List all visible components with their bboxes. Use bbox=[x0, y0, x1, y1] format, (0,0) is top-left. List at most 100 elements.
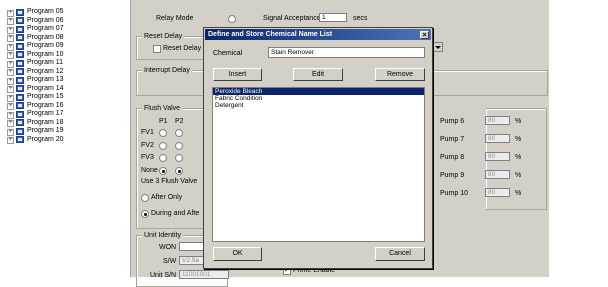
fv2-p1-radio[interactable] bbox=[159, 142, 167, 150]
program-icon bbox=[16, 136, 24, 143]
interrupt-delay-title: Interrupt Delay bbox=[142, 66, 192, 75]
after-only-radio[interactable] bbox=[141, 194, 149, 202]
expand-icon[interactable]: + bbox=[7, 120, 14, 127]
program-icon bbox=[16, 68, 24, 75]
expand-icon[interactable]: + bbox=[7, 52, 14, 59]
tree-item[interactable]: + Program 16 bbox=[0, 102, 125, 110]
none-p1-radio[interactable] bbox=[159, 167, 167, 175]
fv3-p2-radio[interactable] bbox=[175, 154, 183, 162]
expand-icon[interactable]: + bbox=[7, 137, 14, 144]
program-icon bbox=[16, 8, 24, 16]
during-after-radio[interactable] bbox=[141, 210, 149, 218]
flush-valve-title: Flush Valve bbox=[142, 104, 183, 113]
program-icon bbox=[16, 42, 24, 50]
expand-icon[interactable]: + bbox=[7, 26, 14, 34]
dialog-titlebar[interactable]: Define and Store Chemical Name List × bbox=[205, 29, 431, 40]
fv3-p1-radio[interactable] bbox=[159, 154, 167, 162]
tree-item[interactable]: + Program 08 bbox=[0, 33, 125, 42]
program-icon bbox=[16, 76, 24, 84]
reset-delay-checkbox[interactable] bbox=[153, 45, 161, 53]
tree-item[interactable]: + Program 19 bbox=[0, 127, 125, 136]
expand-icon[interactable]: + bbox=[7, 94, 14, 102]
tree-item-label: Program 08 bbox=[27, 33, 64, 41]
tree-item-label: Program 19 bbox=[27, 127, 64, 134]
tree-item[interactable]: + Program 06 bbox=[0, 17, 125, 25]
chemical-listbox[interactable]: Peroxide Bleach Fabric Condition Detergent bbox=[212, 87, 425, 242]
tree-item-label: Program 11 bbox=[27, 59, 64, 66]
expand-icon[interactable]: + bbox=[7, 60, 14, 68]
signal-acceptance-label: Signal Acceptance bbox=[263, 15, 321, 22]
program-icon bbox=[16, 85, 24, 92]
percent-label: % bbox=[515, 118, 522, 125]
program-icon bbox=[16, 17, 24, 24]
tree-item[interactable]: + Program 20 bbox=[0, 135, 125, 144]
tree-item[interactable]: + Program 11 bbox=[0, 59, 125, 68]
tree-item[interactable]: + Program 15 bbox=[0, 93, 125, 102]
pump-input[interactable]: 80 bbox=[485, 134, 510, 143]
edit-button[interactable]: Edit bbox=[293, 68, 343, 81]
chemical-list-item[interactable]: Peroxide Bleach bbox=[213, 88, 424, 95]
expand-icon[interactable]: + bbox=[7, 9, 14, 17]
after-only-label: After Only bbox=[151, 194, 183, 201]
chemical-list-item[interactable]: Fabric Condition bbox=[213, 95, 424, 102]
pump-input[interactable]: 80 bbox=[485, 116, 510, 125]
program-icon bbox=[16, 110, 24, 118]
expand-icon[interactable]: + bbox=[7, 128, 14, 136]
tree-item[interactable]: + Program 18 bbox=[0, 118, 125, 127]
tree-item[interactable]: + Program 09 bbox=[0, 42, 125, 51]
tree-item[interactable]: + Program 17 bbox=[0, 110, 125, 119]
expand-icon[interactable]: + bbox=[7, 103, 14, 110]
chevron-down-icon bbox=[435, 46, 441, 49]
expand-icon[interactable]: + bbox=[7, 111, 14, 119]
pump-input[interactable]: 80 bbox=[485, 170, 510, 179]
unit-sn-label: Unit S/N bbox=[150, 272, 177, 279]
pump-label: Pump 8 bbox=[440, 154, 465, 161]
tree-item[interactable]: + Program 05 bbox=[0, 8, 125, 17]
reset-delay-check-label: Reset Delay bbox=[163, 45, 202, 52]
program-icon bbox=[16, 119, 24, 126]
expand-icon[interactable]: + bbox=[7, 35, 14, 42]
cancel-button[interactable]: Cancel bbox=[375, 247, 425, 261]
fv2-p2-radio[interactable] bbox=[175, 142, 183, 150]
signal-acceptance-input[interactable]: 1 bbox=[319, 13, 347, 22]
percent-label: % bbox=[515, 136, 522, 143]
expand-icon[interactable]: + bbox=[7, 69, 14, 76]
tree-item-label: Program 17 bbox=[27, 110, 64, 117]
none-p2-radio[interactable] bbox=[175, 167, 183, 175]
tree-item[interactable]: + Program 07 bbox=[0, 25, 125, 34]
during-after-label: During and Afte bbox=[151, 210, 200, 217]
tree-item[interactable]: + Program 13 bbox=[0, 76, 125, 85]
expand-icon[interactable]: + bbox=[7, 18, 14, 25]
tree-item[interactable]: + Program 10 bbox=[0, 51, 125, 59]
col-p1: P1 bbox=[159, 118, 168, 125]
ok-button[interactable]: OK bbox=[213, 247, 262, 261]
tree-item-label: Program 20 bbox=[27, 135, 64, 143]
unit-sn-value: 11001001 bbox=[179, 270, 229, 279]
tree-item[interactable]: + Program 12 bbox=[0, 67, 125, 76]
relay-mode-radio[interactable] bbox=[228, 15, 236, 23]
program-icon bbox=[16, 102, 24, 109]
chemical-input[interactable]: Stain Remover bbox=[268, 47, 425, 58]
dialog-title: Define and Store Chemical Name List bbox=[208, 31, 333, 38]
row-fv2: FV2 bbox=[141, 142, 154, 149]
close-button[interactable]: × bbox=[420, 31, 429, 39]
tree-item-label: Program 18 bbox=[27, 118, 64, 126]
expand-icon[interactable]: + bbox=[7, 43, 14, 51]
expand-icon[interactable]: + bbox=[7, 77, 14, 85]
fv1-p2-radio[interactable] bbox=[175, 129, 183, 137]
pump-label: Pump 9 bbox=[440, 172, 465, 179]
tree-item-label: Program 12 bbox=[27, 67, 64, 75]
pump-input[interactable]: 80 bbox=[485, 152, 510, 161]
program-icon bbox=[16, 127, 24, 135]
close-icon: × bbox=[422, 32, 427, 39]
fv1-p1-radio[interactable] bbox=[159, 129, 167, 137]
expand-icon[interactable]: + bbox=[7, 86, 14, 93]
insert-button[interactable]: Insert bbox=[213, 68, 262, 81]
chemical-list-item[interactable]: Detergent bbox=[213, 102, 424, 109]
col-p2: P2 bbox=[175, 118, 184, 125]
tree-item[interactable]: + Program 14 bbox=[0, 85, 125, 93]
pump-input[interactable]: 80 bbox=[485, 188, 510, 197]
tree-item-label: Program 07 bbox=[27, 25, 64, 32]
pump-label: Pump 6 bbox=[440, 118, 465, 125]
remove-button[interactable]: Remove bbox=[375, 68, 425, 81]
